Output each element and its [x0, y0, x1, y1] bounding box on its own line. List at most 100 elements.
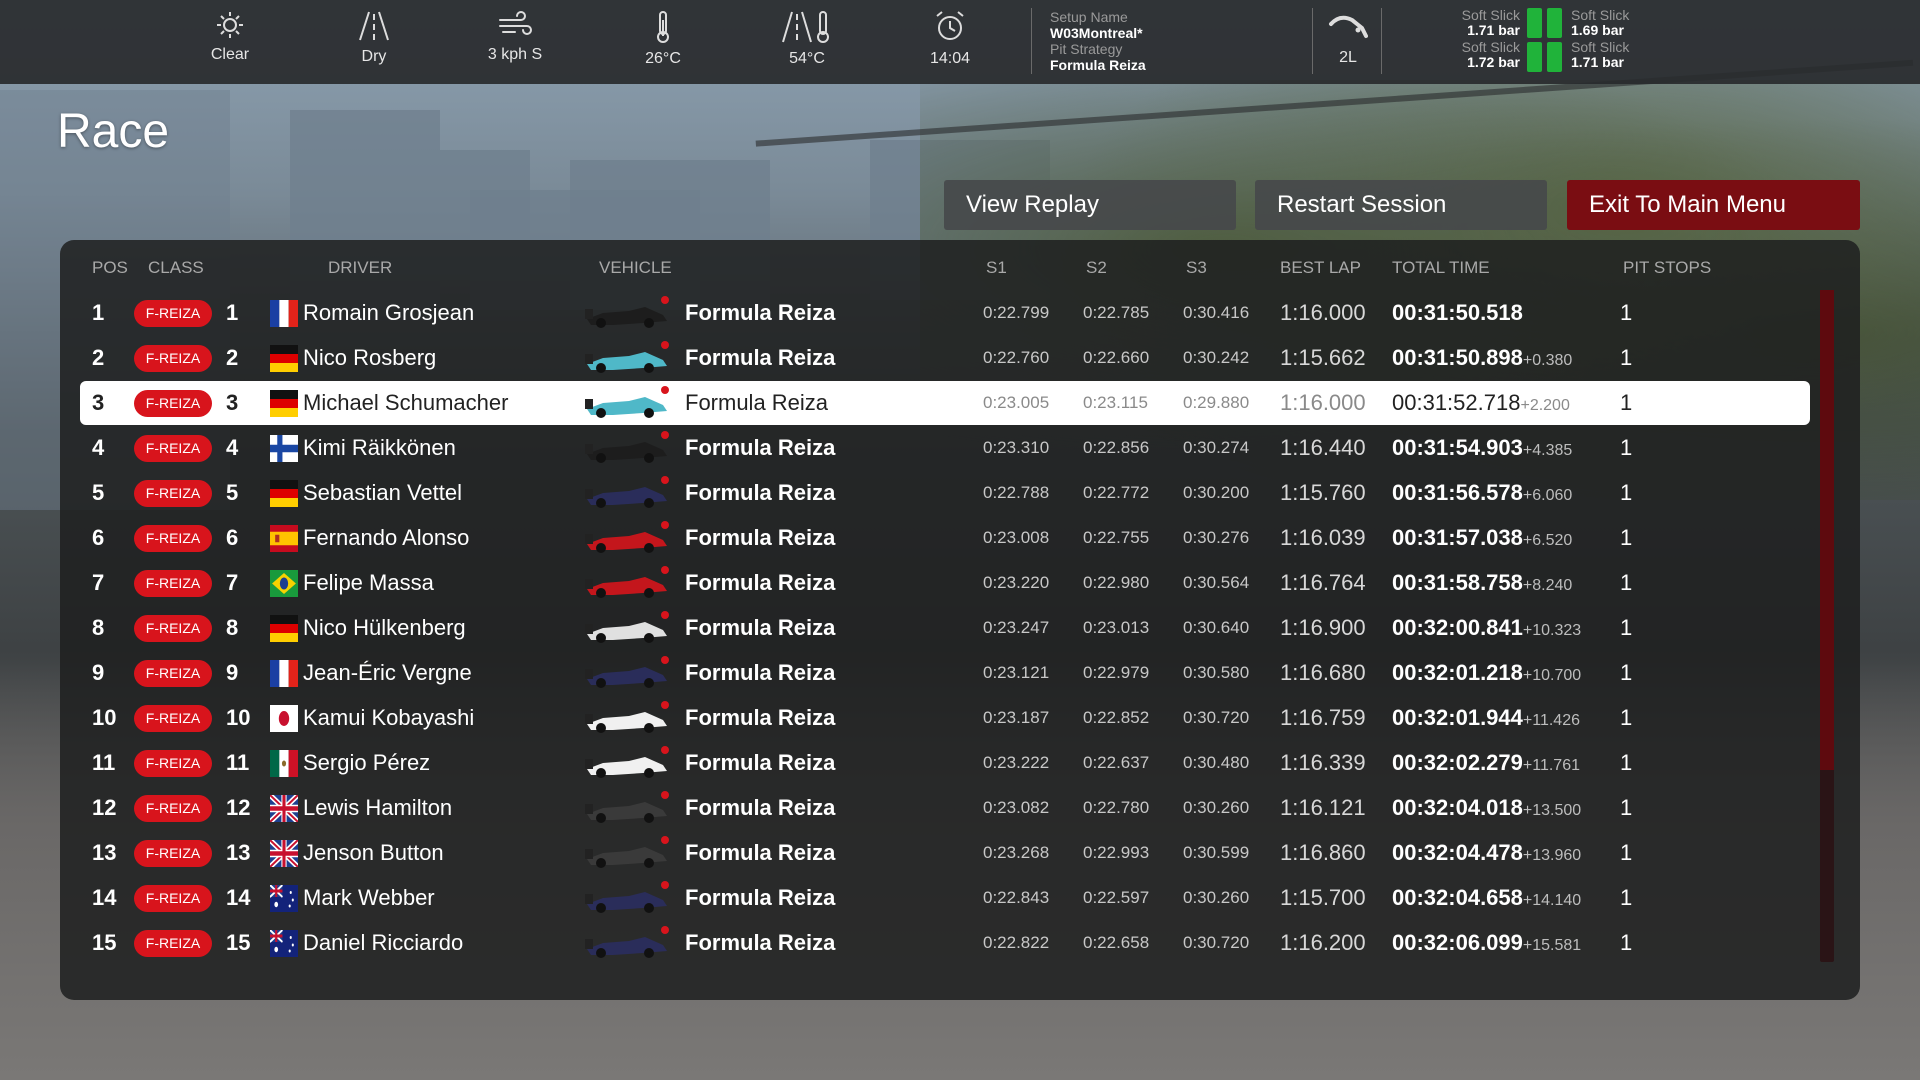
session-info-bar: Clear Dry 3 kph S 26°C 54°C 14:04 Setup … — [0, 0, 1920, 84]
fuel-label: 2L — [1339, 49, 1357, 66]
driver-name: Kamui Kobayashi — [303, 705, 475, 730]
driver-name: Sergio Pérez — [303, 750, 431, 775]
sector-2-time: 0:22.772 — [1083, 483, 1150, 502]
class-badge: F-REIZA — [134, 885, 212, 912]
column-header-total-time[interactable]: TOTAL TIME — [1392, 258, 1490, 278]
result-row[interactable]: 1 F-REIZA 1 Romain Grosjean Formula Reiza 0:2… — [80, 291, 1810, 335]
driver-name: Felipe Massa — [303, 570, 434, 595]
result-row[interactable]: 12 F-REIZA 12 Lewis Hamilton Formula Reiza 0:… — [80, 786, 1810, 830]
result-row[interactable]: 2 F-REIZA 2 Nico Rosberg Formula Reiza 0:22.7… — [80, 336, 1810, 380]
tyre-front-left: Soft Slick 1.71 bar — [1461, 7, 1520, 38]
column-header-driver[interactable]: DRIVER — [328, 258, 392, 278]
driver-name: Fernando Alonso — [303, 525, 470, 550]
position: 13 — [92, 840, 117, 865]
sector-3-time: 0:30.200 — [1183, 483, 1250, 502]
position: 12 — [92, 795, 117, 820]
result-row[interactable]: 15 F-REIZA 15 Daniel Ricciardo Formula Reiza… — [80, 921, 1810, 965]
es-flag-icon — [270, 525, 298, 552]
results-scrollbar[interactable] — [1820, 290, 1834, 962]
vehicle-name: Formula Reiza — [685, 885, 836, 910]
position: 10 — [92, 705, 117, 730]
exit-to-main-menu-button[interactable]: Exit To Main Menu — [1567, 180, 1860, 230]
vehicle-name: Formula Reiza — [685, 480, 836, 505]
vehicle-name: Formula Reiza — [685, 570, 836, 595]
driver-name: Mark Webber — [303, 885, 435, 910]
result-row[interactable]: 7 F-REIZA 7 Felipe Massa Formula Reiza 0:23.2… — [80, 561, 1810, 605]
column-header-s2[interactable]: S2 — [1086, 258, 1107, 278]
column-header-s1[interactable]: S1 — [986, 258, 1007, 278]
wind-label: 3 kph S — [487, 46, 543, 63]
tyre-front-right: Soft Slick 1.69 bar — [1571, 7, 1630, 38]
driver-name: Jean-Éric Vergne — [303, 660, 472, 685]
column-header-pit-stops[interactable]: PIT STOPS — [1623, 258, 1711, 278]
total-time-value: 00:31:56.578 — [1392, 480, 1523, 505]
driver-name: Jenson Button — [303, 840, 444, 865]
sector-2-time: 0:22.780 — [1083, 798, 1150, 817]
total-time-value: 00:31:52.718 — [1392, 390, 1521, 415]
view-replay-button[interactable]: View Replay — [944, 180, 1236, 230]
best-lap-time: 1:16.900 — [1280, 615, 1366, 640]
sector-3-time: 0:29.880 — [1183, 393, 1250, 412]
pit-stop-count: 1 — [1620, 480, 1633, 505]
gap-to-leader: +13.500 — [1522, 802, 1582, 819]
position: 3 — [92, 390, 105, 415]
vehicle-name: Formula Reiza — [685, 345, 836, 370]
best-lap-time: 1:16.759 — [1280, 705, 1366, 730]
result-row[interactable]: 8 F-REIZA 8 Nico Hülkenberg Formula Reiza 0:2… — [80, 606, 1810, 650]
best-lap-time: 1:15.662 — [1280, 345, 1366, 370]
sector-3-time: 0:30.260 — [1183, 888, 1250, 907]
pit-stop-count: 1 — [1620, 615, 1633, 640]
total-time: 00:32:02.279+11.761 — [1392, 741, 1580, 788]
tyre-status: Soft Slick 1.71 bar Soft Slick 1.72 bar … — [1440, 8, 1650, 74]
best-lap-time: 1:16.440 — [1280, 435, 1366, 460]
sector-2-time: 0:22.980 — [1083, 573, 1150, 592]
total-time: 00:32:01.944+11.426 — [1392, 696, 1580, 743]
result-row[interactable]: 4 F-REIZA 4 Kimi Räikkönen Formula Reiza 0:23… — [80, 426, 1810, 470]
pit-stop-count: 1 — [1620, 570, 1633, 595]
sector-2-time: 0:23.013 — [1083, 618, 1150, 637]
pit-stop-count: 1 — [1620, 525, 1633, 550]
result-row[interactable]: 13 F-REIZA 13 Jenson Button Formula Reiza 0:2… — [80, 831, 1810, 875]
class-badge: F-REIZA — [134, 795, 212, 822]
result-row[interactable]: 6 F-REIZA 6 Fernando Alonso Formula Reiza 0:2… — [80, 516, 1810, 560]
driver-name: Romain Grosjean — [303, 300, 475, 325]
sector-3-time: 0:30.640 — [1183, 618, 1250, 637]
result-row[interactable]: 9 F-REIZA 9 Jean-Éric Vergne Formula Reiza 0:… — [80, 651, 1810, 695]
de-flag-icon — [270, 390, 298, 417]
best-lap-time: 1:16.000 — [1280, 300, 1366, 325]
gap-to-leader: +8.240 — [1522, 577, 1573, 594]
driver-name: Kimi Räikkönen — [303, 435, 456, 460]
driver-name: Lewis Hamilton — [303, 795, 453, 820]
best-lap-time: 1:15.700 — [1280, 885, 1366, 910]
restart-session-button[interactable]: Restart Session — [1255, 180, 1547, 230]
pit-stop-count: 1 — [1620, 390, 1633, 415]
column-header-pos[interactable]: POS — [92, 258, 128, 278]
class-badge: F-REIZA — [134, 840, 212, 867]
car-livery-icon — [583, 565, 671, 601]
vehicle-name: Formula Reiza — [685, 840, 836, 865]
column-header-best-lap[interactable]: BEST LAP — [1280, 258, 1361, 278]
position: 2 — [92, 345, 105, 370]
vehicle-name: Formula Reiza — [685, 615, 836, 640]
result-row[interactable]: 14 F-REIZA 14 Mark Webber Formula Reiza 0:22.… — [80, 876, 1810, 920]
car-livery-icon — [583, 880, 671, 916]
sector-2-time: 0:22.660 — [1083, 348, 1150, 367]
sector-2-time: 0:22.856 — [1083, 438, 1150, 457]
result-row[interactable]: 11 F-REIZA 11 Sergio Pérez Formula Reiza 0:23… — [80, 741, 1810, 785]
column-header-vehicle[interactable]: VEHICLE — [599, 258, 672, 278]
position: 1 — [92, 300, 105, 325]
car-number: 13 — [226, 840, 251, 865]
track-condition-indicator: Dry — [319, 10, 429, 66]
scrollbar-thumb[interactable] — [1820, 290, 1834, 770]
pit-stop-count: 1 — [1620, 435, 1633, 460]
result-row[interactable]: 10 F-REIZA 10 Kamui Kobayashi Formula Reiza 0… — [80, 696, 1810, 740]
class-badge: F-REIZA — [134, 480, 212, 507]
result-row[interactable]: 3 F-REIZA 3 Michael Schumacher Formula Reiza… — [80, 381, 1810, 425]
setup-info: Setup Name W03Montreal* Pit Strategy For… — [1050, 9, 1146, 73]
result-row[interactable]: 5 F-REIZA 5 Sebastian Vettel Formula Reiza 0:… — [80, 471, 1810, 515]
total-time-value: 00:32:06.099 — [1392, 930, 1523, 955]
column-header-s3[interactable]: S3 — [1186, 258, 1207, 278]
gap-to-leader: +10.323 — [1522, 622, 1582, 639]
class-badge: F-REIZA — [134, 615, 212, 642]
column-header-class[interactable]: CLASS — [148, 258, 204, 278]
